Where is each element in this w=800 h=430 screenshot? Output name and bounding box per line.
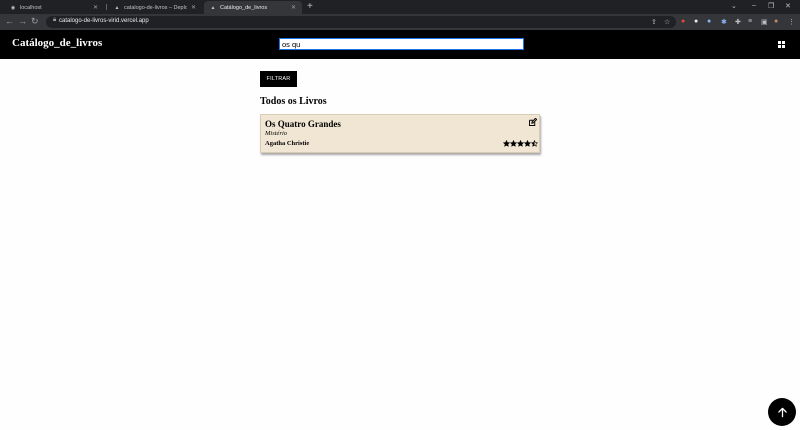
extensions-puzzle-icon[interactable]: ✚ [735, 18, 741, 26]
tab-search-icon[interactable]: ⌄ [731, 2, 737, 10]
rating-stars [503, 140, 538, 147]
restore-icon[interactable]: ❐ [768, 2, 774, 10]
star-full-icon [510, 140, 517, 147]
grid-view-icon[interactable] [778, 41, 785, 48]
extension-icon[interactable]: ✱ [721, 18, 727, 26]
globe-icon: ◉ [10, 4, 16, 11]
star-full-icon [503, 140, 510, 147]
search-input[interactable] [278, 37, 525, 51]
filter-button[interactable]: FILTRAR [260, 71, 297, 87]
side-panel-icon[interactable]: ▣ [761, 18, 768, 26]
menu-kebab-icon[interactable]: ⋮ [788, 18, 795, 26]
extension-icon[interactable]: ● [681, 18, 685, 25]
star-full-icon [524, 140, 531, 147]
scroll-to-top-button[interactable] [768, 398, 796, 426]
browser-tab-catalogo[interactable]: ▲ Catálogo_de_livros ✕ [204, 1, 302, 14]
reading-list-icon[interactable]: ≡ [748, 18, 752, 25]
book-card[interactable]: Os Quatro Grandes Mistério Agatha Christ… [260, 114, 540, 153]
browser-tabstrip: ◉ localhost ✕ ▲ catalogo-de-livros – Dep… [0, 0, 800, 14]
forward-icon[interactable]: → [18, 16, 27, 26]
browser-tab-deployment[interactable]: ▲ catalogo-de-livros – Deployment ✕ [108, 1, 202, 14]
tab-close-icon[interactable]: ✕ [291, 4, 296, 11]
avatar[interactable]: ● [774, 18, 778, 25]
share-icon[interactable]: ⇪ [651, 18, 657, 26]
vercel-icon: ▲ [210, 4, 216, 11]
tab-close-icon[interactable]: ✕ [191, 4, 196, 11]
book-author: Agatha Christie [265, 140, 310, 147]
reload-icon[interactable]: ↻ [31, 16, 39, 27]
extension-icon[interactable]: ● [707, 18, 711, 25]
star-full-icon [517, 140, 524, 147]
edit-icon[interactable] [528, 118, 537, 127]
browser-toolbar: ← → ↻ 🔒︎ catalogo-de-livros-virid.vercel… [0, 14, 800, 30]
star-half-icon [531, 140, 538, 147]
tab-close-icon[interactable]: ✕ [93, 4, 98, 11]
url-text[interactable]: catalogo-de-livros-virid.vercel.app [59, 18, 149, 24]
arrow-up-icon [777, 407, 787, 417]
new-tab-icon[interactable]: + [307, 1, 313, 12]
brand-title[interactable]: Catálogo_de_livros [12, 37, 102, 49]
book-genre: Mistério [265, 130, 288, 137]
browser-tab-localhost[interactable]: ◉ localhost ✕ [4, 1, 104, 14]
minimize-icon[interactable]: – [752, 2, 756, 9]
book-title: Os Quatro Grandes [265, 119, 341, 129]
extension-icon[interactable]: ● [694, 18, 698, 25]
bookmark-star-icon[interactable]: ☆ [664, 18, 670, 26]
back-icon[interactable]: ← [5, 16, 14, 26]
lock-icon[interactable]: 🔒︎ [53, 17, 56, 24]
close-window-icon[interactable]: ✕ [785, 2, 791, 10]
section-title: Todos os Livros [260, 96, 327, 107]
vercel-icon: ▲ [114, 4, 120, 11]
